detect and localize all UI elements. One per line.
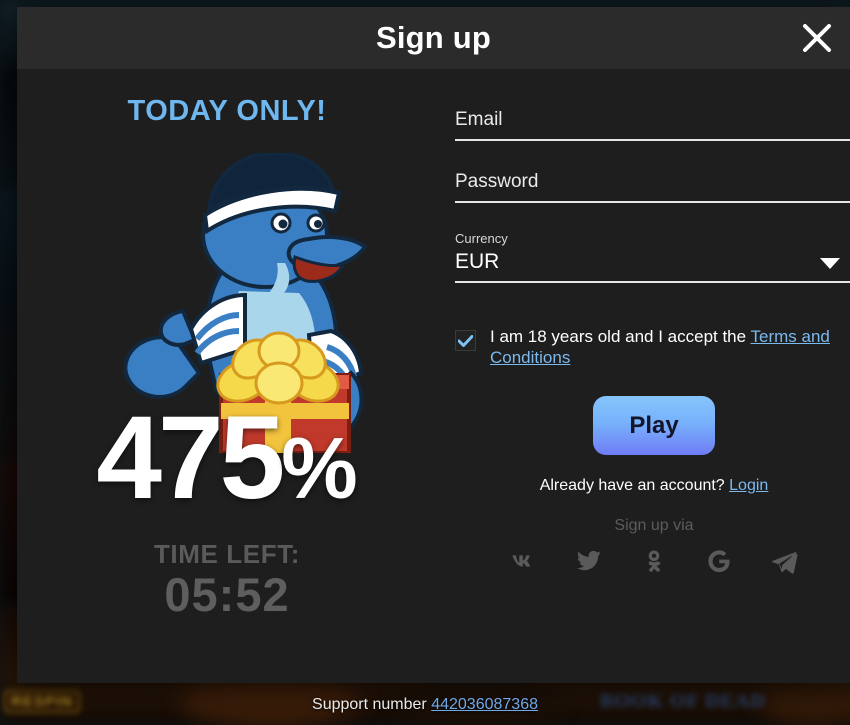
currency-label: Currency bbox=[455, 231, 508, 246]
modal-body: TODAY ONLY! 475% TIME LEFT: 05:52 Email … bbox=[17, 69, 850, 683]
email-input[interactable] bbox=[455, 107, 850, 141]
terms-text-static: I am 18 years old and I accept the bbox=[490, 327, 751, 346]
support-row: Support number 442036087368 bbox=[0, 696, 850, 714]
terms-checkbox[interactable] bbox=[455, 330, 476, 351]
social-signup-label: Sign up via bbox=[614, 517, 694, 535]
password-field-wrapper bbox=[455, 169, 850, 203]
promo-timer: TIME LEFT: 05:52 bbox=[17, 539, 437, 619]
email-field-wrapper bbox=[455, 107, 850, 141]
currency-select[interactable]: EUR bbox=[455, 248, 850, 283]
close-button[interactable] bbox=[794, 15, 840, 61]
terms-row: I am 18 years old and I accept the Terms… bbox=[455, 327, 850, 368]
twitter-icon[interactable] bbox=[575, 547, 603, 575]
login-row: Already have an account? Login bbox=[455, 477, 850, 495]
check-icon bbox=[458, 334, 473, 347]
promo-timer-value: 05:52 bbox=[164, 568, 290, 621]
promo-percent: 475% bbox=[17, 399, 437, 517]
login-prompt-text: Already have an account? bbox=[539, 477, 730, 495]
social-icons-row bbox=[455, 547, 850, 575]
login-link[interactable]: Login bbox=[729, 477, 768, 494]
currency-field-wrapper: Currency EUR bbox=[455, 231, 850, 283]
promo-panel: TODAY ONLY! 475% TIME LEFT: 05:52 bbox=[17, 69, 437, 683]
page-title: Sign up bbox=[375, 20, 492, 55]
close-icon bbox=[803, 24, 831, 52]
play-button[interactable]: Play bbox=[593, 396, 715, 456]
signup-form: Currency EUR I am 18 years old and I acc… bbox=[437, 69, 850, 683]
support-number-link[interactable]: 442036087368 bbox=[431, 696, 538, 713]
terms-text: I am 18 years old and I accept the Terms… bbox=[490, 327, 850, 368]
chevron-down-icon[interactable] bbox=[820, 258, 840, 269]
google-icon[interactable] bbox=[705, 547, 733, 575]
support-label: Support number bbox=[312, 696, 432, 713]
signup-modal: Sign up TODAY ONLY! 475% TIME LEFT: 05:5… bbox=[17, 7, 850, 683]
promo-percent-sign: % bbox=[281, 421, 358, 517]
odnoklassniki-icon[interactable] bbox=[640, 547, 668, 575]
telegram-icon[interactable] bbox=[770, 547, 798, 575]
play-row: Play bbox=[455, 396, 850, 456]
promo-headline: TODAY ONLY! bbox=[127, 95, 327, 127]
password-input[interactable] bbox=[455, 169, 850, 203]
modal-header: Sign up bbox=[17, 7, 850, 69]
promo-percent-value: 475 bbox=[96, 392, 285, 524]
promo-timer-label: TIME LEFT: bbox=[153, 539, 301, 569]
vk-icon[interactable] bbox=[510, 547, 538, 575]
currency-selected-value[interactable]: EUR bbox=[455, 248, 850, 281]
